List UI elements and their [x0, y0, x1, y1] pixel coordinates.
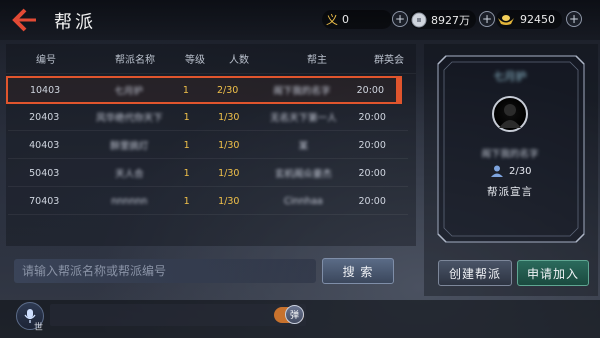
gold-resource: 92450 — [496, 10, 562, 29]
add-gold-button[interactable]: + — [566, 11, 582, 27]
chat-channel-label: 世 — [34, 323, 44, 333]
guild-level: 1 — [183, 167, 190, 179]
guild-level: 1 — [183, 195, 190, 207]
guild-detail-card: 七月护 阁下我的名字 2/30 帮派宣言 — [446, 60, 574, 230]
col-id: 编号 — [36, 55, 56, 66]
guild-leader: 无名天下第一人 — [270, 113, 337, 124]
search-button[interactable]: 搜 索 — [322, 258, 394, 284]
table-row[interactable]: 70403 nnnnnn 1 1/30 Cinnhaa 20:00 — [6, 187, 398, 215]
apply-join-button[interactable]: 申请加入 — [517, 260, 589, 286]
add-silver-button[interactable]: + — [479, 11, 495, 27]
table-row[interactable]: 10403 七月护 1 2/30 阁下我的名字 20:00 — [6, 76, 402, 104]
guild-manifesto-label: 帮派宣言 — [487, 186, 533, 198]
guild-leader: 玄机阁众豪杰 — [274, 169, 332, 180]
guild-id: 20403 — [29, 111, 60, 123]
guild-name: 风华绝代你天下 — [96, 113, 163, 124]
col-event: 群英会 — [374, 55, 404, 66]
add-yi-button[interactable]: + — [392, 11, 408, 27]
guild-leader: 某 — [298, 141, 309, 152]
guild-members: 2/30 — [217, 84, 239, 96]
guild-level: 1 — [183, 111, 190, 123]
guild-id: 40403 — [29, 139, 60, 151]
yi-value: 0 — [342, 13, 350, 26]
col-members: 人数 — [229, 55, 249, 66]
col-name: 帮派名称 — [115, 55, 155, 66]
silver-coin-icon — [411, 12, 427, 27]
guild-members: 1/30 — [218, 111, 240, 123]
detail-leader-name: 阁下我的名字 — [481, 149, 539, 160]
guild-name: 天人合 — [115, 169, 144, 180]
guild-level: 1 — [183, 139, 190, 151]
yi-symbol-icon: 义 — [326, 13, 339, 27]
silver-resource: 8927万 — [410, 10, 476, 29]
guild-event-time: 20:00 — [356, 84, 385, 96]
guild-leader: Cinnhaa — [283, 195, 323, 207]
guild-event-time: 20:00 — [358, 111, 386, 123]
detail-members-value: 2/30 — [509, 165, 532, 177]
search-input[interactable] — [22, 259, 316, 283]
guild-event-time: 20:00 — [358, 139, 386, 151]
member-icon — [491, 165, 503, 177]
barrage-toggle[interactable]: 弹 — [285, 305, 304, 324]
silhouette-icon — [499, 104, 521, 128]
table-row[interactable]: 20403 风华绝代你天下 1 1/30 无名天下第一人 20:00 — [6, 103, 398, 131]
guild-name: 七月护 — [114, 86, 144, 97]
silver-value: 8927万 — [431, 13, 470, 27]
guild-id: 50403 — [29, 167, 60, 179]
table-row[interactable]: 50403 天人合 1 1/30 玄机阁众豪杰 20:00 — [6, 159, 398, 187]
guild-event-time: 20:00 — [358, 167, 386, 179]
guild-members: 1/30 — [218, 195, 240, 207]
yi-resource: 义 0 — [322, 10, 392, 29]
page-title: 帮派 — [54, 12, 96, 33]
guild-leader: 阁下我的名字 — [273, 86, 331, 97]
leader-avatar — [492, 96, 528, 132]
gold-ingot-icon — [498, 14, 514, 25]
guild-event-time: 20:00 — [358, 195, 386, 207]
back-button[interactable] — [6, 5, 40, 35]
guild-id: 10403 — [29, 84, 61, 96]
chat-message-area[interactable] — [50, 304, 306, 326]
detail-member-count: 2/30 — [490, 164, 531, 178]
table-row[interactable]: 40403 醉里挑灯 1 1/30 某 20:00 — [6, 131, 398, 159]
col-leader: 帮主 — [307, 55, 327, 66]
guild-level: 1 — [182, 84, 189, 96]
guild-members: 1/30 — [218, 167, 240, 179]
table-header: 编号 帮派名称 等级 人数 帮主 群英会 — [6, 44, 416, 74]
create-guild-button[interactable]: 创建帮派 — [438, 260, 512, 286]
guild-name: 醉里挑灯 — [110, 141, 149, 152]
gold-value: 92450 — [520, 13, 555, 26]
search-box[interactable] — [14, 259, 316, 283]
detail-guild-name: 七月护 — [493, 70, 527, 83]
guild-members: 1/30 — [218, 139, 240, 151]
col-level: 等级 — [185, 55, 205, 66]
guild-id: 70403 — [29, 195, 60, 207]
guild-name: nnnnnn — [111, 195, 148, 207]
back-arrow-icon — [12, 8, 36, 32]
